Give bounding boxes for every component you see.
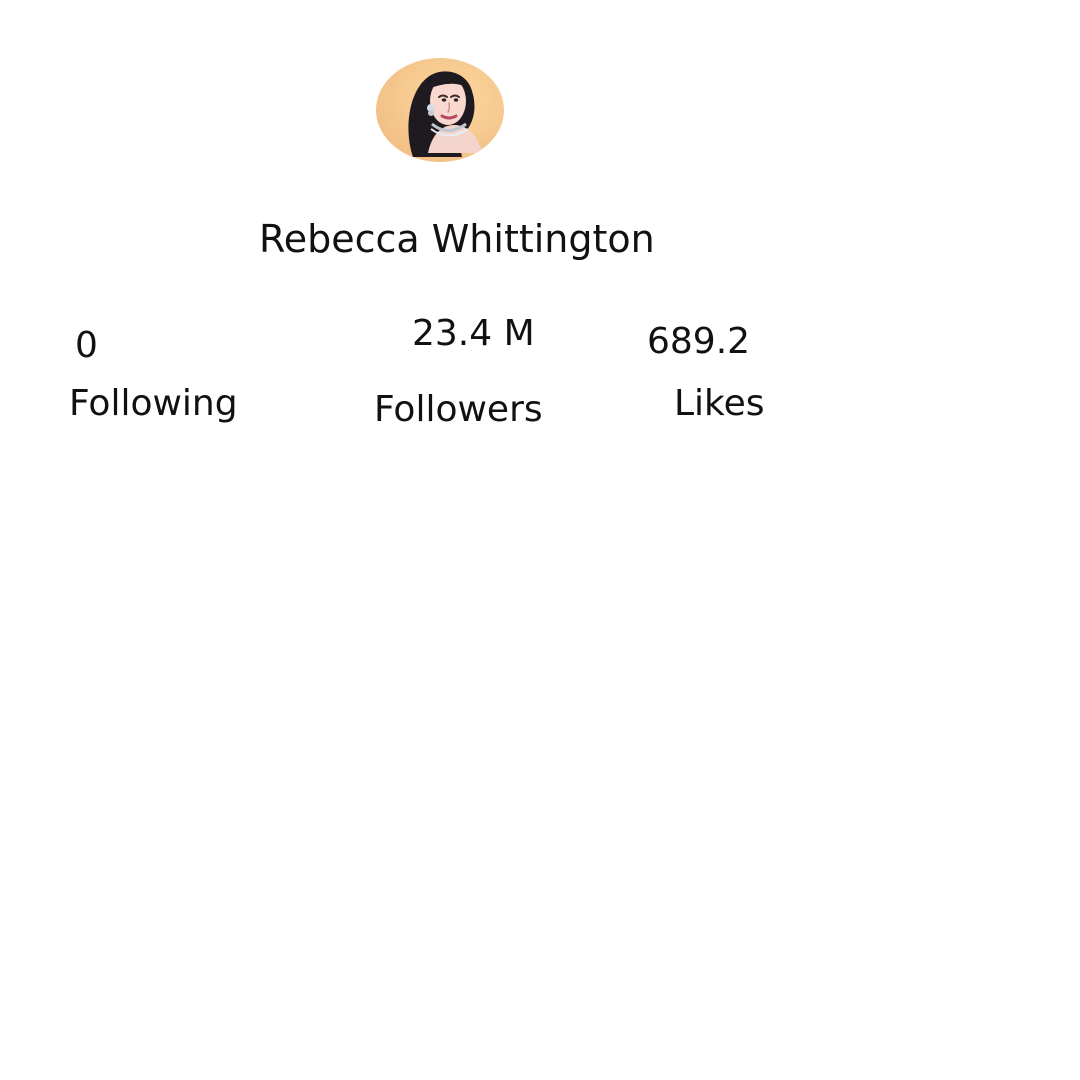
following-label[interactable]: Following bbox=[69, 382, 238, 426]
likes-label: Likes bbox=[674, 383, 765, 424]
followers-label[interactable]: Followers bbox=[374, 388, 543, 432]
followers-count[interactable]: 23.4 M bbox=[412, 312, 535, 356]
following-count[interactable]: 0 bbox=[75, 324, 98, 368]
avatar-icon bbox=[376, 58, 504, 162]
likes-count: 689.2 bbox=[647, 321, 751, 362]
profile-name: Rebecca Whittington bbox=[259, 217, 655, 261]
avatar[interactable] bbox=[376, 58, 504, 162]
